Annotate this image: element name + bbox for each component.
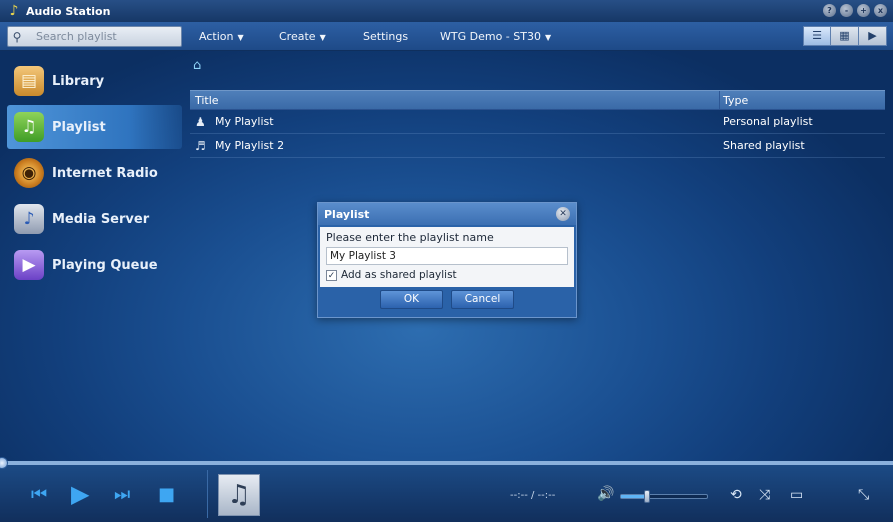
column-header-title[interactable]: Title (190, 91, 720, 109)
dialog-header[interactable]: Playlist (318, 203, 576, 225)
table-row[interactable]: ♟ My Playlist Personal playlist (190, 110, 885, 134)
lyrics-icon[interactable]: ▭ (790, 487, 803, 503)
help-icon[interactable]: ? (823, 4, 836, 17)
server-menu-label: WTG Demo - ST30 (440, 30, 541, 43)
close-icon[interactable]: x (874, 4, 887, 17)
seek-bar[interactable] (0, 461, 893, 465)
settings-menu[interactable]: Settings (363, 22, 408, 51)
shared-playlist-icon: ♬ (195, 138, 206, 153)
volume-fill (621, 495, 647, 498)
create-menu[interactable]: Create ▼ (279, 22, 326, 51)
internet-radio-icon: ◉ (14, 158, 44, 188)
sidebar-item-media-server[interactable]: ♪ Media Server (7, 197, 182, 241)
create-menu-label: Create (279, 30, 316, 43)
grid-view-button[interactable]: ▦ (831, 26, 859, 46)
window-controls: ? - + x (823, 4, 887, 17)
previous-track-icon[interactable]: ⏮ (31, 484, 47, 505)
stop-icon[interactable]: ■ (158, 484, 175, 505)
row-title: My Playlist (215, 115, 274, 128)
row-title: My Playlist 2 (215, 139, 285, 152)
sidebar-item-internet-radio[interactable]: ◉ Internet Radio (7, 151, 182, 195)
action-menu-label: Action (199, 30, 234, 43)
album-art: ♫ (218, 474, 260, 516)
dialog-title: Playlist (324, 207, 370, 221)
playlist-name-label: Please enter the playlist name (326, 231, 494, 244)
dialog-buttons: OK Cancel (318, 290, 576, 309)
sidebar-item-library[interactable]: ▤ Library (7, 59, 182, 103)
sidebar-item-playlist[interactable]: ♫ Playlist (7, 105, 182, 149)
shuffle-icon[interactable]: ⤨ (759, 487, 770, 503)
playlist-icon: ♫ (14, 112, 44, 142)
volume-icon[interactable]: 🔊 (597, 486, 614, 502)
sidebar: ▤ Library ♫ Playlist ◉ Internet Radio ♪ … (0, 51, 185, 456)
library-icon: ▤ (14, 66, 44, 96)
breadcrumb: ⌂ (193, 58, 201, 73)
search-box: ⚲ (7, 26, 182, 47)
cover-flow-button[interactable]: ▶ (859, 26, 887, 46)
column-header-type[interactable]: Type (720, 91, 885, 109)
volume-slider[interactable] (620, 490, 708, 503)
play-icon[interactable]: ▶ (71, 480, 89, 508)
player-bar: ⏮ ▶ ⏭ ■ ♫ --:-- / --:-- 🔊 ⟲ ⤨ ▭ ⤡ (0, 457, 893, 522)
action-menu[interactable]: Action ▼ (199, 22, 244, 51)
home-icon[interactable]: ⌂ (193, 58, 201, 73)
audio-station-window: ♪ Audio Station ? - + x ⚲ Action▼ Create… (0, 0, 893, 522)
chevron-down-icon: ▼ (319, 33, 326, 42)
playlist-table: Title Type ♟ My Playlist Personal playli… (190, 90, 885, 158)
title-bar: ♪ Audio Station ? - + x (0, 0, 893, 22)
sidebar-item-label: Playlist (52, 119, 106, 135)
chevron-down-icon: ▼ (544, 33, 552, 42)
mini-player-icon[interactable]: ⤡ (858, 487, 869, 503)
sidebar-item-label: Library (52, 73, 105, 89)
cancel-button[interactable]: Cancel (451, 290, 514, 309)
row-title-cell: ♟ My Playlist (190, 115, 720, 129)
close-icon[interactable]: ✕ (556, 207, 570, 221)
shared-playlist-label: Add as shared playlist (341, 269, 457, 281)
ok-button[interactable]: OK (380, 290, 443, 309)
music-note-icon: ♫ (227, 480, 251, 510)
shared-playlist-option[interactable]: ✓ Add as shared playlist (326, 266, 568, 284)
search-input[interactable] (36, 30, 181, 43)
maximize-icon[interactable]: + (857, 4, 870, 17)
row-type: Personal playlist (723, 115, 813, 128)
row-type: Shared playlist (723, 139, 805, 152)
app-title: Audio Station (26, 4, 111, 18)
player-divider (207, 470, 208, 518)
server-menu[interactable]: WTG Demo - ST30 ▼ (440, 22, 551, 51)
music-note-icon: ♪ (9, 3, 19, 19)
personal-playlist-icon: ♟ (195, 114, 206, 129)
seek-handle[interactable] (0, 457, 8, 469)
settings-menu-label: Settings (363, 30, 409, 43)
sidebar-item-playing-queue[interactable]: ▶ Playing Queue (7, 243, 182, 287)
playlist-name-input[interactable] (326, 247, 568, 265)
toolbar: ⚲ Action▼ Create▼ Settings WTG Demo - ST… (0, 22, 893, 51)
dialog-body: Please enter the playlist name ✓ Add as … (320, 227, 574, 287)
table-header: Title Type (190, 90, 885, 110)
repeat-icon[interactable]: ⟲ (730, 487, 742, 503)
view-switcher: ☰ ▦ ▶ (803, 26, 887, 46)
search-icon[interactable]: ⚲ (8, 30, 26, 44)
shared-playlist-checkbox[interactable]: ✓ (326, 269, 337, 281)
chevron-down-icon: ▼ (237, 33, 244, 42)
row-title-cell: ♬ My Playlist 2 (190, 139, 720, 153)
playing-queue-icon: ▶ (14, 250, 44, 280)
media-server-icon: ♪ (14, 204, 44, 234)
playlist-dialog: Playlist ✕ Please enter the playlist nam… (317, 202, 577, 318)
sidebar-item-label: Media Server (52, 211, 150, 227)
next-track-icon[interactable]: ⏭ (114, 484, 130, 505)
volume-handle[interactable] (643, 490, 650, 503)
sidebar-item-label: Playing Queue (52, 257, 158, 273)
sidebar-item-label: Internet Radio (52, 165, 158, 181)
list-view-button[interactable]: ☰ (803, 26, 831, 46)
minimize-icon[interactable]: - (840, 4, 853, 17)
table-row[interactable]: ♬ My Playlist 2 Shared playlist (190, 134, 885, 158)
time-display: --:-- / --:-- (510, 490, 556, 501)
